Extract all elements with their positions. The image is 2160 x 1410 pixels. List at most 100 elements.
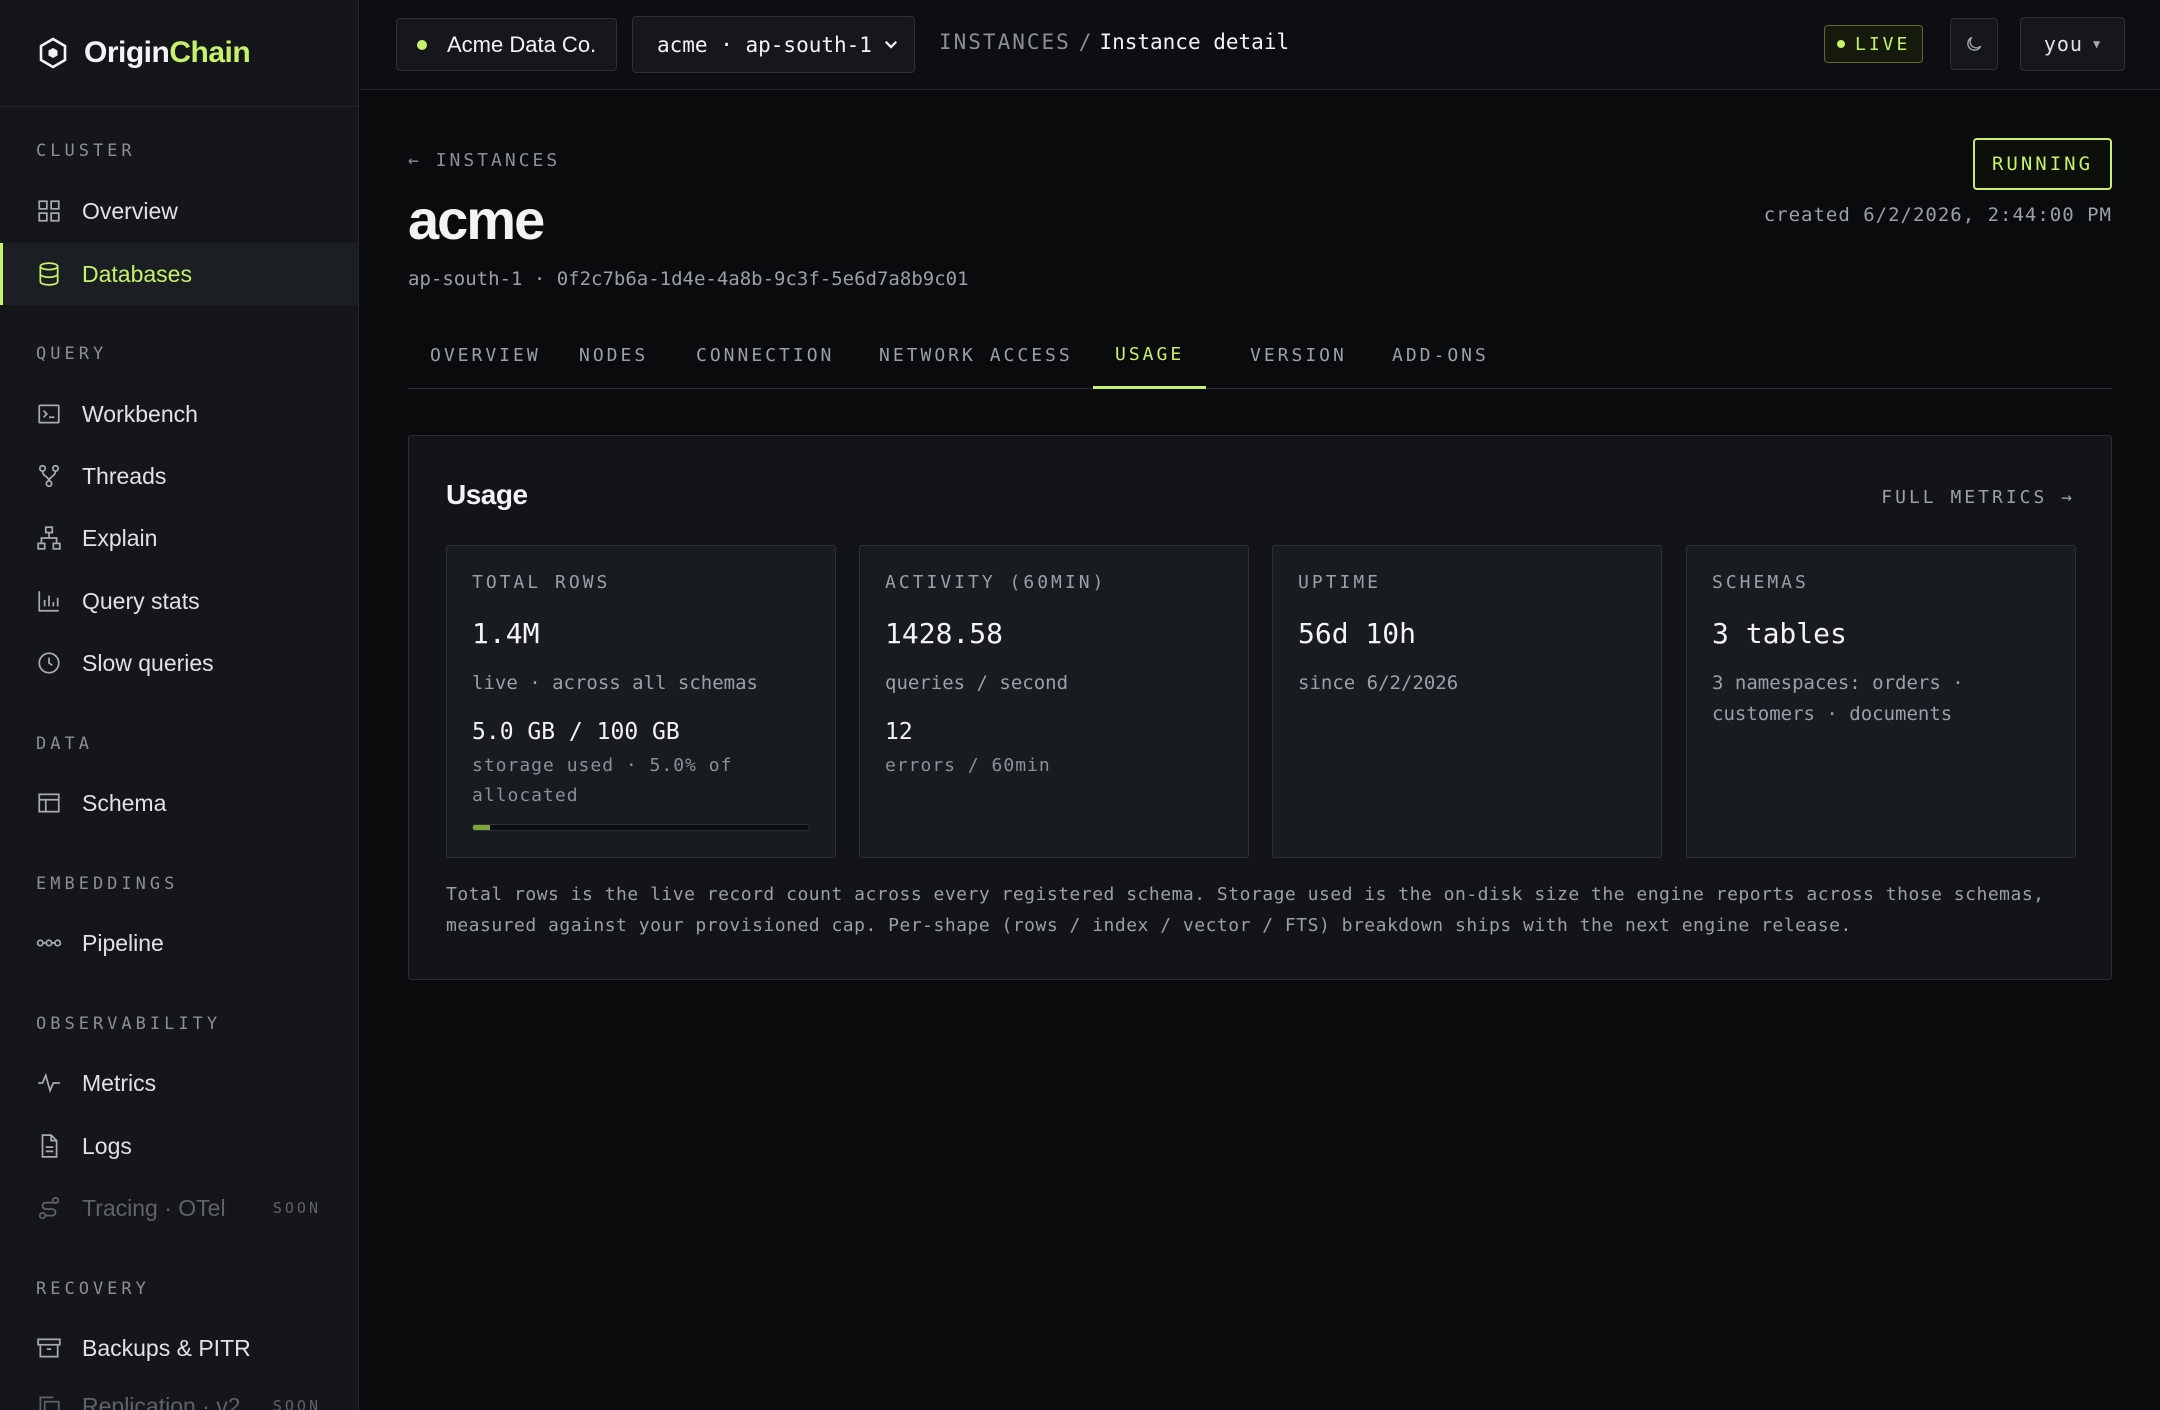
- sidebar-item-label: Databases: [82, 260, 192, 287]
- breadcrumb-instances[interactable]: INSTANCES: [939, 30, 1071, 54]
- theme-toggle-button[interactable]: [1950, 18, 1998, 70]
- stat-value: 3 tables: [1712, 617, 1847, 650]
- stat-value: 56d 10h: [1298, 617, 1417, 650]
- stat-label: ACTIVITY (60MIN): [885, 572, 1107, 593]
- user-name: you: [2043, 32, 2083, 56]
- file-icon: [41, 1134, 58, 1158]
- usage-card-title: Usage: [446, 479, 528, 510]
- sidebar-item-label: Threads: [82, 462, 167, 489]
- stat-value: 1.4M: [472, 617, 540, 650]
- user-menu-button[interactable]: you ▼: [2020, 17, 2125, 71]
- sidebar: OriginChain CLUSTER Overview Databases Q…: [0, 0, 359, 1410]
- tab-nodes[interactable]: NODES: [557, 322, 670, 389]
- sidebar-item-pipeline[interactable]: Pipeline: [0, 912, 358, 974]
- stat-total-rows: TOTAL ROWS 1.4M live · across all schema…: [446, 545, 836, 858]
- org-status-dot: [417, 39, 427, 50]
- errors-value: 12: [885, 719, 913, 745]
- bar-chart-icon: [38, 591, 59, 612]
- instance-meta: ap-south-1 · 0f2c7b6a-1d4e-4a8b-9c3f-5e6…: [408, 268, 969, 290]
- live-badge: LIVE: [1824, 25, 1924, 63]
- sidebar-item-databases[interactable]: Databases: [0, 243, 358, 305]
- sidebar-item-threads[interactable]: Threads: [0, 445, 358, 507]
- brand[interactable]: OriginChain: [0, 0, 358, 107]
- stat-schemas: SCHEMAS 3 tables 3 namespaces: orders · …: [1686, 545, 2076, 858]
- sidebar-item-label: Tracing · OTel: [82, 1194, 226, 1221]
- chevron-down-icon: [884, 40, 898, 49]
- soon-badge: SOON: [272, 1199, 321, 1217]
- pipeline-icon: [36, 939, 62, 947]
- sidebar-item-label: Metrics: [82, 1069, 157, 1096]
- full-metrics-link[interactable]: FULL METRICS →: [1881, 487, 2075, 508]
- sidebar-item-label: Query stats: [82, 587, 200, 614]
- hierarchy-icon: [37, 526, 61, 550]
- sidebar-item-workbench[interactable]: Workbench: [0, 383, 358, 445]
- moon-icon: [1967, 36, 1982, 51]
- section-label-embeddings: EMBEDDINGS: [36, 874, 179, 894]
- section-label-cluster: CLUSTER: [36, 141, 136, 161]
- breadcrumb: INSTANCES / Instance detail: [939, 30, 1290, 54]
- stat-value: 1428.58: [885, 617, 1004, 650]
- stat-label: SCHEMAS: [1712, 572, 1809, 593]
- created-timestamp: created 6/2/2026, 2:44:00 PM: [1763, 204, 2112, 226]
- stat-sub: queries / second: [885, 672, 1069, 694]
- database-icon: [39, 262, 59, 286]
- copy-icon: [39, 1396, 60, 1410]
- sidebar-item-label: Schema: [82, 789, 167, 816]
- storage-value: 5.0 GB / 100 GB: [472, 719, 680, 745]
- instance-tabs: OVERVIEW NODES CONNECTION NETWORK ACCESS…: [408, 322, 2112, 389]
- brand-name: OriginChain: [84, 36, 251, 69]
- breadcrumb-current: Instance detail: [1099, 30, 1290, 54]
- branch-icon: [38, 464, 60, 488]
- archive-icon: [37, 1338, 61, 1358]
- sidebar-item-slow-queries[interactable]: Slow queries: [0, 632, 358, 694]
- tab-usage[interactable]: USAGE: [1093, 322, 1207, 389]
- sidebar-item-query-stats[interactable]: Query stats: [0, 570, 358, 632]
- stat-activity: ACTIVITY (60MIN) 1428.58 queries / secon…: [859, 545, 1249, 858]
- live-dot: [1837, 40, 1845, 48]
- hexagon-logo-icon: [39, 37, 67, 69]
- stat-sub: 3 namespaces: orders · customers · docum…: [1712, 672, 1964, 725]
- section-label-query: QUERY: [36, 344, 108, 364]
- errors-sub: errors / 60min: [885, 755, 1051, 776]
- sidebar-item-metrics[interactable]: Metrics: [0, 1052, 358, 1114]
- grid-icon: [38, 200, 60, 222]
- tab-connection[interactable]: CONNECTION: [674, 322, 856, 389]
- instance-region-select[interactable]: acme · ap-south-1: [632, 16, 915, 73]
- usage-card: Usage FULL METRICS → TOTAL ROWS 1.4M liv…: [408, 435, 2112, 980]
- sidebar-item-label: Pipeline: [82, 929, 164, 956]
- region-select-value: acme · ap-south-1: [657, 32, 872, 57]
- sidebar-item-label: Logs: [82, 1132, 132, 1159]
- sidebar-item-backups[interactable]: Backups & PITR: [0, 1317, 358, 1379]
- usage-footnote: Total rows is the live record count acro…: [446, 884, 2045, 936]
- sidebar-item-label: Explain: [82, 524, 158, 551]
- sidebar-item-overview[interactable]: Overview: [0, 180, 358, 242]
- stat-uptime: UPTIME 56d 10h since 6/2/2026: [1272, 545, 1662, 858]
- sidebar-item-schema[interactable]: Schema: [0, 772, 358, 834]
- soon-badge: SOON: [272, 1397, 321, 1410]
- tab-add-ons[interactable]: ADD-ONS: [1370, 322, 1511, 389]
- sidebar-item-explain[interactable]: Explain: [0, 507, 358, 569]
- section-label-observability: OBSERVABILITY: [36, 1014, 222, 1034]
- tab-overview[interactable]: OVERVIEW: [408, 322, 563, 389]
- caret-down-icon: ▼: [2092, 37, 2102, 51]
- stat-label: UPTIME: [1298, 572, 1382, 593]
- stat-sub: since 6/2/2026: [1298, 672, 1459, 694]
- sidebar-item-label: Backups & PITR: [82, 1334, 251, 1361]
- clock-icon: [38, 652, 60, 674]
- sidebar-item-label: Overview: [82, 197, 178, 224]
- sidebar-item-logs[interactable]: Logs: [0, 1115, 358, 1177]
- tab-network-access[interactable]: NETWORK ACCESS: [857, 322, 1095, 389]
- storage-sub: storage used · 5.0% of allocated: [472, 755, 733, 806]
- sidebar-item-label: Replication · v2: [82, 1392, 241, 1410]
- stat-sub: live · across all schemas: [472, 672, 758, 694]
- storage-progress-fill: [473, 825, 490, 830]
- sidebar-item-tracing: Tracing · OTel SOON: [0, 1177, 358, 1239]
- org-switcher-button[interactable]: Acme Data Co.: [396, 18, 618, 71]
- back-to-instances-link[interactable]: ← INSTANCES: [408, 150, 560, 171]
- terminal-icon: [38, 404, 60, 424]
- org-name: Acme Data Co.: [447, 31, 597, 57]
- section-label-recovery: RECOVERY: [36, 1279, 150, 1299]
- trace-icon: [38, 1196, 60, 1220]
- tab-version[interactable]: VERSION: [1228, 322, 1369, 389]
- sidebar-item-label: Slow queries: [82, 649, 214, 676]
